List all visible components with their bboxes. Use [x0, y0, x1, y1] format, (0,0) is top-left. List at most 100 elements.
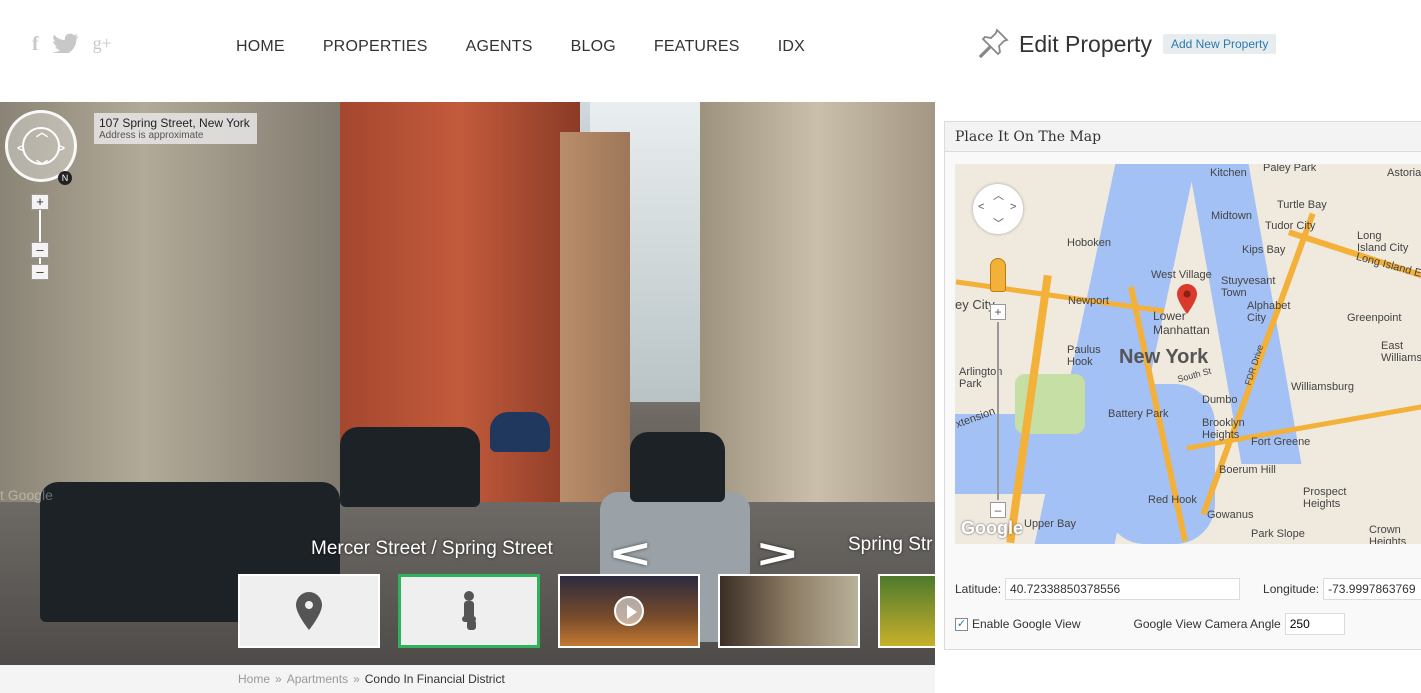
breadcrumb-apartments[interactable]: Apartments — [287, 672, 348, 686]
map-pan-control[interactable]: ︿ ﹀ < > — [973, 184, 1023, 234]
admin-panel: Edit Property Add New Property Place It … — [935, 0, 1421, 693]
map-label: West Village — [1151, 269, 1212, 281]
map-label: Gowanus — [1207, 509, 1254, 521]
map-label: Battery Park — [1108, 408, 1169, 420]
enable-google-view-checkbox[interactable]: ✓ — [955, 617, 968, 631]
nav-features[interactable]: FEATURES — [654, 38, 740, 56]
sv-nav-left-icon[interactable]: < — [611, 530, 650, 578]
twitter-icon[interactable] — [52, 33, 79, 59]
zoom-track[interactable] — [997, 322, 999, 500]
pan-down-icon[interactable]: ﹀ — [36, 157, 48, 174]
map-label: Alphabet City — [1247, 300, 1291, 324]
pan-left-icon[interactable]: < — [978, 201, 984, 213]
map-label: Kitchen — [1210, 167, 1247, 179]
breadcrumb-separator: » — [353, 672, 360, 686]
latitude-field[interactable] — [1005, 578, 1241, 600]
sv-car — [490, 412, 550, 452]
map-label: Williamsburg — [1291, 381, 1354, 393]
nav-properties[interactable]: PROPERTIES — [323, 38, 428, 56]
pegman-icon — [462, 591, 476, 630]
map-label: Kips Bay — [1242, 244, 1286, 256]
sv-zoom-control: + – – — [31, 194, 49, 280]
map-label: Newport — [1068, 295, 1109, 307]
pan-right-icon[interactable]: > — [1010, 201, 1016, 213]
sv-address-line: 107 Spring Street, New York — [99, 116, 250, 130]
main-nav: HOME PROPERTIES AGENTS BLOG FEATURES IDX — [236, 38, 805, 56]
breadcrumb-current: Condo In Financial District — [364, 672, 505, 686]
map-marker-icon — [296, 592, 322, 630]
sv-nav-right-icon[interactable]: > — [758, 530, 797, 578]
map-label: Astoria — [1387, 167, 1421, 179]
latitude-label: Latitude: — [955, 582, 1002, 596]
coordinates-row: Latitude: Longitude: — [955, 578, 1421, 600]
map-label: Tudor City — [1265, 220, 1316, 232]
pan-left-icon[interactable]: < — [17, 141, 24, 155]
map-label: Hoboken — [1067, 237, 1112, 249]
map-city-label: New York — [1119, 346, 1209, 368]
add-new-property-button[interactable]: Add New Property — [1162, 34, 1277, 54]
edit-header: Edit Property Add New Property — [977, 28, 1277, 60]
map-label: Brooklyn Heights — [1202, 417, 1245, 441]
enable-google-view-label: Enable Google View — [972, 617, 1081, 631]
map-label: Fort Greene — [1251, 436, 1311, 448]
nav-agents[interactable]: AGENTS — [466, 38, 533, 56]
sv-pan-control[interactable]: ︿ ﹀ < > N — [5, 110, 77, 185]
thumb-photo[interactable] — [718, 574, 860, 648]
thumb-street-view[interactable] — [398, 574, 540, 648]
nav-blog[interactable]: BLOG — [571, 38, 616, 56]
zoom-in-icon[interactable]: + — [31, 194, 49, 210]
compass-north-icon: N — [58, 171, 72, 185]
thumb-map[interactable] — [238, 574, 380, 648]
site-header: f g+ HOME PROPERTIES AGENTS BLOG FEATURE… — [0, 0, 935, 102]
map-label: Long Island Ex — [1354, 250, 1421, 282]
google-view-row: ✓ Enable Google View Google View Camera … — [955, 613, 1345, 635]
map-label: Dumbo — [1202, 394, 1238, 406]
map-label: Park Slope — [1251, 528, 1305, 540]
map-marker-icon[interactable] — [1177, 284, 1197, 314]
metabox-title: Place It On The Map — [945, 122, 1421, 152]
map-label: Midtown — [1211, 210, 1252, 222]
pan-up-icon[interactable]: ︿ — [36, 123, 48, 140]
breadcrumb-home[interactable]: Home — [238, 672, 270, 686]
map-label: Prospect Heights — [1303, 486, 1347, 510]
pan-down-icon[interactable]: ﹀ — [993, 215, 1004, 231]
pan-right-icon[interactable]: > — [58, 141, 65, 155]
nav-idx[interactable]: IDX — [778, 38, 805, 56]
map-label: East Williamsburg — [1381, 340, 1421, 364]
sv-building-far — [560, 132, 630, 512]
map-label: Long Island City — [1357, 230, 1409, 254]
longitude-field[interactable] — [1323, 578, 1421, 600]
zoom-in-icon[interactable]: + — [990, 304, 1006, 320]
map-label: Upper Bay — [1024, 518, 1076, 530]
longitude-label: Longitude: — [1263, 582, 1320, 596]
play-icon[interactable] — [614, 596, 644, 626]
map-label: Greenpoint — [1347, 312, 1402, 324]
sv-address-note: Address is approximate — [99, 130, 204, 141]
map-label: Paley Park — [1263, 164, 1317, 174]
map-label: ey City — [955, 297, 995, 312]
camera-angle-field[interactable] — [1284, 613, 1345, 635]
map-zoom-control: + – — [990, 304, 1006, 518]
thumb-video[interactable] — [558, 574, 700, 648]
sv-car — [630, 432, 725, 502]
facebook-icon[interactable]: f — [32, 33, 39, 59]
zoom-out-icon[interactable]: – — [31, 264, 49, 280]
media-thumbnails — [238, 574, 938, 648]
sv-street-next-label: Spring Str — [848, 534, 933, 555]
google-logo: Google — [961, 518, 1023, 538]
map-label: Turtle Bay — [1277, 199, 1327, 211]
sv-address-box: 107 Spring Street, New York Address is a… — [94, 113, 257, 144]
pegman-icon[interactable] — [990, 258, 1006, 292]
social-links: f g+ — [32, 33, 112, 59]
sv-street-label: Mercer Street / Spring Street — [311, 538, 553, 559]
zoom-track[interactable] — [39, 210, 41, 242]
nav-home[interactable]: HOME — [236, 38, 285, 56]
thumb-photo[interactable] — [878, 574, 938, 648]
zoom-out-icon[interactable]: – — [990, 502, 1006, 518]
zoom-handle[interactable]: – — [31, 242, 49, 258]
map-label: Red Hook — [1148, 494, 1197, 506]
google-map[interactable]: Kitchen Paley Park Astoria Turtle Bay Mi… — [955, 164, 1421, 544]
camera-angle-label: Google View Camera Angle — [1133, 617, 1281, 631]
google-plus-icon[interactable]: g+ — [93, 33, 112, 59]
pan-up-icon[interactable]: ︿ — [993, 187, 1004, 203]
